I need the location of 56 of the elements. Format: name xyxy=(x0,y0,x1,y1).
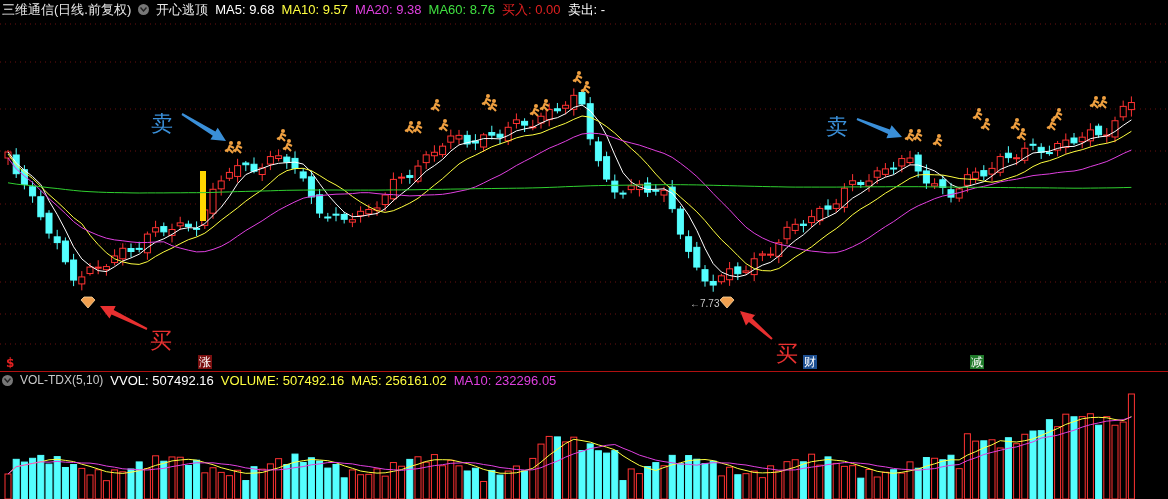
indicator-value: 卖出: - xyxy=(567,0,606,19)
sell-label: 卖 xyxy=(151,111,173,137)
indicator-value: 买入: 0.00 xyxy=(502,0,561,19)
indicator-value: VOLUME: 507492.16 xyxy=(220,372,345,388)
running-figure-icon xyxy=(1046,118,1057,132)
indicator-value: MA20: 9.38 xyxy=(355,2,422,18)
price-note: ←7.73 xyxy=(690,298,720,310)
buy-label: 买 xyxy=(150,328,172,354)
highlight-bar xyxy=(200,171,206,222)
volume-indicator-title: VOL-TDX(5,10) xyxy=(20,373,104,388)
running-figure-icon xyxy=(972,108,983,122)
pointer-arrow xyxy=(181,113,226,142)
running-figure-icon xyxy=(276,129,287,143)
pointer-arrow xyxy=(856,118,902,139)
event-tag: 减 xyxy=(970,355,984,370)
running-figure-icon xyxy=(580,81,591,95)
running-figure-icon xyxy=(487,99,498,113)
indicator-value: MA5: 256161.02 xyxy=(351,372,447,388)
running-figure-icon xyxy=(481,94,492,108)
sell-label: 卖 xyxy=(826,114,848,140)
running-figure-icon xyxy=(529,104,540,118)
buy-label: 买 xyxy=(776,341,798,367)
indicator-value: MA60: 8.76 xyxy=(428,2,496,18)
running-figure-icon xyxy=(1097,96,1108,110)
running-figure-icon xyxy=(412,121,423,135)
running-figure-icon xyxy=(904,129,915,143)
running-figure-icon xyxy=(539,99,550,113)
running-figure-icon xyxy=(1010,118,1021,132)
indicator-value: MA10: 232296.05 xyxy=(453,372,557,388)
running-figure-icon xyxy=(912,129,923,143)
stock-title: 三维通信(日线.前复权) xyxy=(2,0,132,19)
running-figure-icon xyxy=(430,99,441,113)
indicator-value: MA5: 9.68 xyxy=(215,2,275,18)
running-figure-icon xyxy=(232,141,243,155)
indicator-name: 开心逃顶 xyxy=(156,0,209,19)
indicator-value: MA10: 9.57 xyxy=(281,2,349,18)
dropdown-icon[interactable] xyxy=(2,374,13,386)
diamond-icon xyxy=(80,297,96,309)
pointer-arrow xyxy=(100,306,148,331)
running-figure-icon xyxy=(1052,108,1063,122)
dropdown-icon[interactable] xyxy=(138,4,150,16)
event-marker: $ xyxy=(6,356,15,371)
pointer-arrow xyxy=(740,311,773,341)
diamond-icon xyxy=(719,297,735,309)
running-figure-icon xyxy=(980,118,991,132)
running-figure-icon xyxy=(438,119,449,133)
indicator-value: VVOL: 507492.16 xyxy=(110,372,214,388)
running-figure-icon xyxy=(572,71,583,85)
event-tag: 涨 xyxy=(198,355,212,370)
running-figure-icon xyxy=(1016,128,1027,142)
running-figure-icon xyxy=(224,141,235,155)
running-figure-icon xyxy=(1089,96,1100,110)
running-figure-icon xyxy=(932,134,943,148)
event-tag: 财 xyxy=(803,355,817,370)
running-figure-icon xyxy=(282,139,293,153)
running-figure-icon xyxy=(404,121,415,135)
